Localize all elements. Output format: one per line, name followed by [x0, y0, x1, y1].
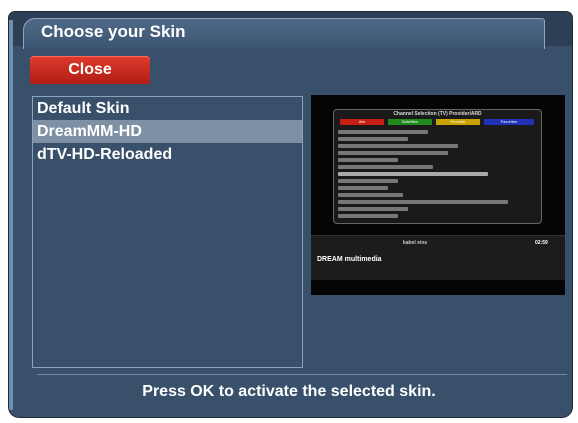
footer-divider — [37, 374, 567, 375]
skin-dialog: Choose your Skin Close Default Skin Drea… — [9, 12, 572, 417]
skin-list: Default Skin DreamMM-HD dTV-HD-Reloaded — [32, 96, 303, 368]
preview-row-selected — [338, 172, 488, 176]
preview-row — [338, 207, 408, 211]
preview-tab-2: Satelliten — [388, 119, 432, 125]
preview-row — [338, 200, 508, 204]
preview-row — [338, 179, 398, 183]
skin-preview-image: Channel Selection (TV) Provider/ARD Alle… — [311, 95, 565, 295]
skin-item-default[interactable]: Default Skin — [33, 97, 302, 120]
preview-row — [338, 144, 458, 148]
skin-item-dreammm-hd[interactable]: DreamMM-HD — [33, 120, 302, 143]
preview-row — [338, 186, 388, 190]
preview-logo: DREAM multimedia — [317, 256, 382, 263]
preview-row — [338, 214, 398, 218]
preview-clock: 02:59 — [535, 240, 548, 246]
preview-tab-4: Favoriten — [484, 119, 534, 125]
skin-item-dtv-hd-reloaded[interactable]: dTV-HD-Reloaded — [33, 143, 302, 166]
preview-row — [338, 137, 408, 141]
preview-row — [338, 165, 433, 169]
preview-row — [338, 193, 403, 197]
preview-infobar: kabel eins DREAM multimedia 02:59 — [311, 235, 565, 280]
window-title: Choose your Skin — [41, 22, 186, 41]
preview-channel-name: kabel eins — [403, 240, 428, 246]
preview-row — [338, 151, 448, 155]
window-left-accent — [9, 20, 13, 410]
preview-row — [338, 158, 398, 162]
preview-window-title: Channel Selection (TV) Provider/ARD — [393, 111, 482, 117]
status-hint: Press OK to activate the selected skin. — [142, 383, 436, 400]
preview-tab-3: Provider — [436, 119, 480, 125]
preview-tab-1: Alle — [340, 119, 384, 125]
preview-channel-window: Channel Selection (TV) Provider/ARD Alle… — [333, 109, 542, 224]
close-button[interactable]: Close — [30, 56, 150, 84]
preview-row — [338, 130, 428, 134]
